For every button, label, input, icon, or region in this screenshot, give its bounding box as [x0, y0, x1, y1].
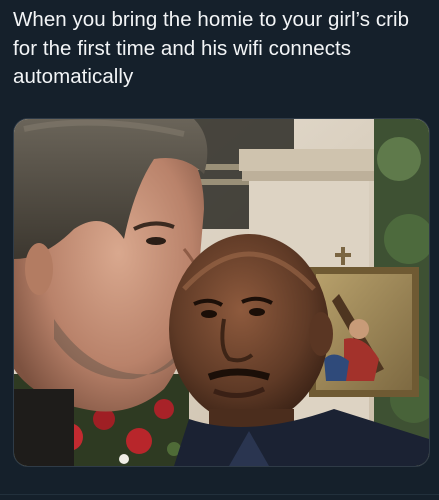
tweet-media-photo[interactable] [13, 118, 430, 467]
tweet-card: When you bring the homie to your girl’s … [0, 0, 439, 500]
tweet-text: When you bring the homie to your girl’s … [13, 8, 410, 88]
meme-photo [14, 119, 429, 466]
divider [0, 494, 439, 495]
